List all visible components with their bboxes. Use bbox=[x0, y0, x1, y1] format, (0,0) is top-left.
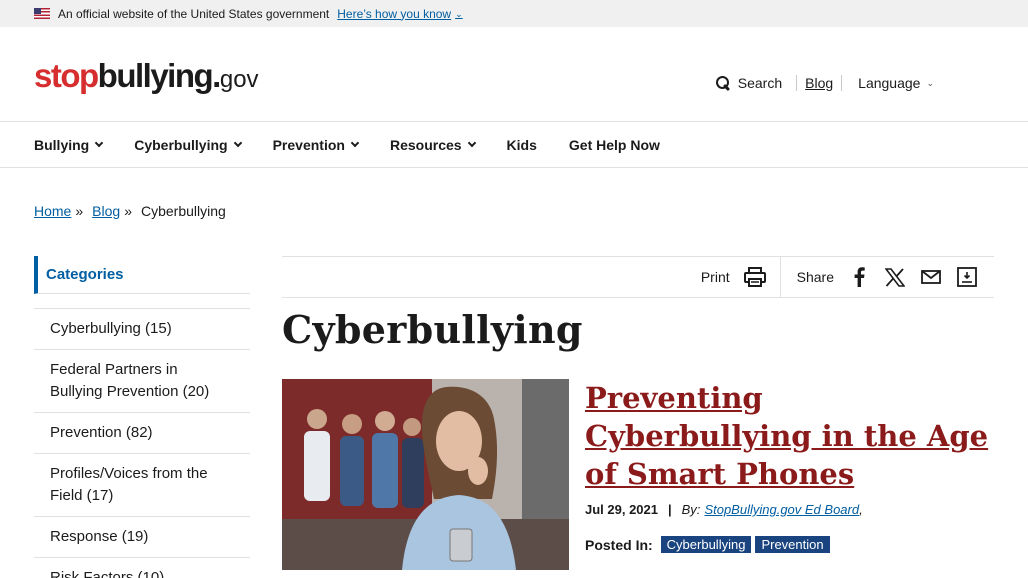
print-button[interactable]: Print bbox=[701, 257, 781, 297]
search-button[interactable]: Search bbox=[715, 75, 796, 91]
category-risk-factors[interactable]: Risk Factors (10) bbox=[34, 557, 250, 578]
categories-list: Cyberbullying (15) Federal Partners in B… bbox=[34, 308, 250, 578]
site-header: stop bullying. gov Search Blog Language ⌄ bbox=[0, 27, 1028, 122]
category-prevention[interactable]: Prevention (82) bbox=[34, 412, 250, 453]
share-label: Share bbox=[796, 269, 834, 285]
author-link[interactable]: StopBullying.gov Ed Board bbox=[704, 502, 859, 517]
us-flag-icon bbox=[34, 8, 50, 19]
search-label: Search bbox=[737, 75, 783, 91]
breadcrumb-current: Cyberbullying bbox=[140, 203, 226, 219]
category-profiles-voices[interactable]: Profiles/Voices from the Field (17) bbox=[34, 453, 250, 516]
nav-item-resources[interactable]: Resources bbox=[389, 136, 476, 153]
gov-banner: An official website of the United States… bbox=[0, 0, 1028, 27]
nav-item-bullying[interactable]: Bullying bbox=[34, 136, 104, 153]
facebook-icon[interactable] bbox=[848, 266, 870, 288]
category-response[interactable]: Response (19) bbox=[34, 516, 250, 557]
nav-item-prevention[interactable]: Prevention bbox=[272, 136, 360, 153]
language-selector[interactable]: Language ⌄ bbox=[850, 75, 934, 91]
nav-item-label: Bullying bbox=[34, 136, 90, 153]
breadcrumb-home-link[interactable]: Home bbox=[34, 203, 71, 219]
header-tools: Search Blog Language ⌄ bbox=[715, 75, 934, 91]
chevron-down-icon bbox=[94, 138, 104, 148]
nav-item-cyberbullying[interactable]: Cyberbullying bbox=[134, 136, 242, 153]
divider bbox=[796, 75, 798, 91]
article-meta: Jul 29, 2021 | By: StopBullying.gov Ed B… bbox=[585, 502, 994, 517]
email-icon[interactable] bbox=[920, 266, 942, 288]
nav-item-kids[interactable]: Kids bbox=[507, 137, 537, 153]
category-cyberbullying[interactable]: Cyberbullying (15) bbox=[34, 308, 250, 349]
share-bar: Print Share bbox=[282, 256, 994, 298]
article-title-link[interactable]: Preventing Cyberbullying in the Age of S… bbox=[585, 379, 994, 493]
chevron-down-icon bbox=[233, 138, 242, 148]
author-suffix: , bbox=[859, 502, 863, 517]
tag-prevention[interactable]: Prevention bbox=[755, 536, 830, 553]
breadcrumb-blog-link[interactable]: Blog bbox=[92, 203, 120, 219]
article-body: Preventing Cyberbullying in the Age of S… bbox=[585, 379, 994, 570]
printer-icon bbox=[743, 266, 766, 288]
heres-how-you-know-link[interactable]: Here’s how you know ⌄ bbox=[337, 7, 462, 21]
nav-item-label: Cyberbullying bbox=[134, 136, 228, 153]
print-label: Print bbox=[700, 269, 730, 285]
search-icon bbox=[715, 75, 731, 91]
chevron-down-icon: ⌄ bbox=[455, 9, 463, 19]
divider bbox=[841, 75, 843, 91]
posted-in: Posted In: Cyberbullying Prevention bbox=[585, 536, 994, 553]
x-icon[interactable] bbox=[884, 266, 906, 288]
categories-sidebar: Categories Cyberbullying (15) Federal Pa… bbox=[34, 256, 250, 578]
nav-item-label: Prevention bbox=[272, 136, 345, 153]
posted-in-label: Posted In: bbox=[585, 536, 653, 553]
heres-how-you-know-label: Here’s how you know bbox=[337, 6, 452, 21]
article-date: Jul 29, 2021 bbox=[585, 502, 658, 517]
by-label: By: bbox=[681, 502, 701, 517]
gov-banner-text: An official website of the United States… bbox=[58, 6, 330, 21]
article-thumbnail[interactable] bbox=[282, 379, 569, 570]
logo-bullying: bullying bbox=[97, 57, 214, 94]
breadcrumb: Home » Blog » Cyberbullying bbox=[34, 203, 226, 219]
nav-item-get-help-now[interactable]: Get Help Now bbox=[569, 137, 660, 153]
meta-separator: | bbox=[668, 502, 672, 517]
category-federal-partners[interactable]: Federal Partners in Bullying Prevention … bbox=[34, 349, 250, 412]
chevron-down-icon bbox=[350, 138, 360, 148]
logo-gov: gov bbox=[219, 66, 259, 93]
nav-item-label: Get Help Now bbox=[568, 136, 660, 153]
chevron-down-icon bbox=[467, 138, 476, 148]
chevron-down-icon: ⌄ bbox=[926, 77, 934, 88]
logo-dot: . bbox=[212, 57, 221, 94]
nav-item-label: Kids bbox=[506, 136, 537, 153]
share-group: Share bbox=[781, 266, 994, 288]
site-logo[interactable]: stop bullying. gov bbox=[34, 57, 259, 95]
article-card: Preventing Cyberbullying in the Age of S… bbox=[282, 379, 994, 570]
language-label: Language bbox=[858, 75, 921, 91]
bookmark-icon[interactable] bbox=[956, 266, 978, 288]
tag-cyberbullying[interactable]: Cyberbullying bbox=[660, 536, 752, 553]
page-title: Cyberbullying bbox=[282, 307, 583, 352]
main-content: Print Share Cyberbullying Preventing Cyb… bbox=[282, 256, 994, 570]
main-nav: Bullying Cyberbullying Prevention Resour… bbox=[0, 122, 1028, 168]
categories-heading: Categories bbox=[34, 256, 250, 294]
logo-stop: stop bbox=[34, 57, 99, 94]
nav-item-label: Resources bbox=[389, 136, 462, 153]
breadcrumb-separator: » bbox=[124, 203, 132, 219]
blog-link[interactable]: Blog bbox=[805, 75, 841, 91]
breadcrumb-separator: » bbox=[75, 203, 84, 219]
